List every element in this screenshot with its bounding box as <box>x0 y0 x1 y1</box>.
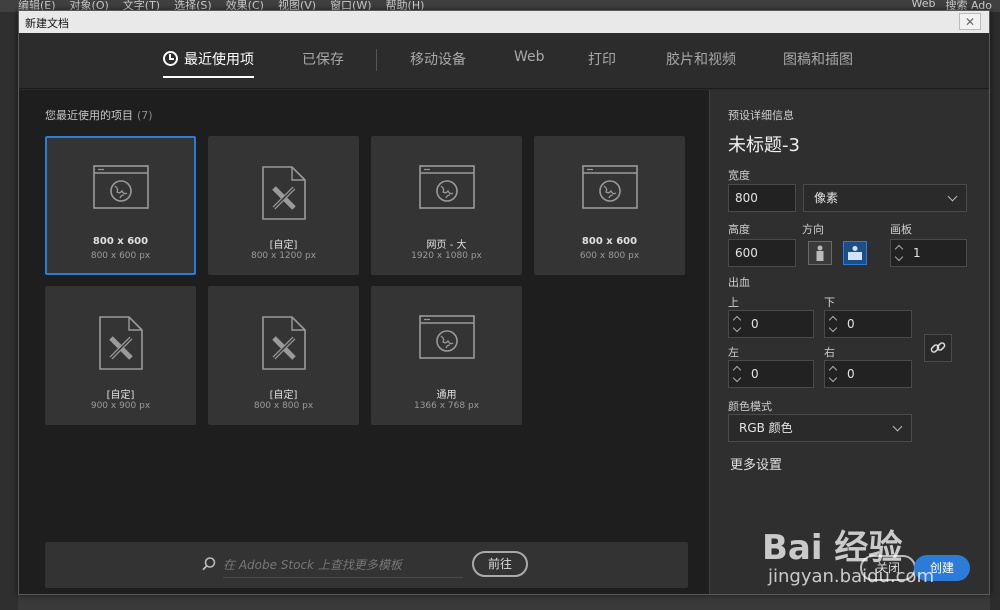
create-button[interactable]: 创建 <box>914 555 970 581</box>
preset-card[interactable]: 800 x 600 600 x 800 px <box>534 136 685 275</box>
bleed-label: 出血 <box>728 276 750 289</box>
width-input[interactable]: 800 <box>728 184 796 212</box>
preset-card[interactable]: 800 x 600 800 x 600 px <box>45 136 196 275</box>
preset-name: [自定] <box>106 390 135 401</box>
dialog-title: 新建文档 <box>25 17 69 30</box>
portrait-icon <box>816 245 824 261</box>
tab-saved[interactable]: 已保存 <box>302 49 344 75</box>
tab-label: 最近使用项 <box>184 52 254 68</box>
chevron-down-icon <box>947 191 958 202</box>
bleed-right-value: 0 <box>847 367 855 381</box>
recent-items-title: 您最近使用的项目 <box>45 109 133 122</box>
document-pencil-icon <box>45 314 196 374</box>
preset-name: 800 x 600 <box>92 236 149 247</box>
presets-panel: 您最近使用的项目 (7) 800 x 600 800 x 600 px [自定] 800… <box>19 90 709 594</box>
bleed-top-stepper[interactable]: 0 <box>728 310 814 338</box>
preset-size: 800 x 800 px <box>253 401 314 411</box>
more-settings-link[interactable]: 更多设置 <box>730 454 782 473</box>
unit-select[interactable]: 像素 <box>803 184 967 212</box>
recent-items-count: (7) <box>137 109 153 122</box>
tab-recent[interactable]: 最近使用项 <box>163 49 254 78</box>
bleed-left-value: 0 <box>751 367 759 381</box>
tab-film-video[interactable]: 胶片和视频 <box>666 49 736 75</box>
portrait-button[interactable] <box>808 241 832 265</box>
bleed-top-label: 上 <box>728 296 739 309</box>
preset-size: 600 x 800 px <box>579 251 640 261</box>
bleed-left-label: 左 <box>728 346 739 359</box>
preset-name: 800 x 600 <box>581 236 638 247</box>
preset-card[interactable]: [自定] 900 x 900 px <box>45 286 196 425</box>
web-page-icon <box>47 164 194 224</box>
preset-details-panel: 预设详细信息 未标题-3 宽度 800 像素 高度 方向 画板 600 1 出血… <box>709 90 989 594</box>
preset-size: 1920 x 1080 px <box>411 251 482 261</box>
stepper-arrows-icon[interactable] <box>828 364 839 384</box>
bleed-bottom-value: 0 <box>847 317 855 331</box>
document-pencil-icon <box>208 164 359 224</box>
dialog-close-button[interactable]: ✕ <box>959 13 981 30</box>
landscape-icon <box>848 246 862 260</box>
stepper-arrows-icon[interactable] <box>732 314 743 334</box>
preset-name: 通用 <box>436 390 457 401</box>
preset-size: 800 x 1200 px <box>250 251 317 261</box>
preset-size: 1366 x 768 px <box>413 401 480 411</box>
preset-card[interactable]: 通用 1366 x 768 px <box>371 286 522 425</box>
document-pencil-icon <box>208 314 359 374</box>
chevron-down-icon <box>892 421 903 432</box>
search-icon <box>202 557 216 571</box>
bleed-bottom-label: 下 <box>824 296 835 309</box>
bleed-right-stepper[interactable]: 0 <box>824 360 912 388</box>
height-label: 高度 <box>728 223 750 236</box>
category-tabs: 最近使用项 已保存 移动设备 Web 打印 胶片和视频 图稿和插图 <box>19 33 989 89</box>
landscape-button[interactable] <box>843 241 867 265</box>
stock-go-button[interactable]: 前往 <box>472 551 528 577</box>
orientation-label: 方向 <box>802 223 824 236</box>
preset-name: 网页 - 大 <box>426 240 467 251</box>
new-document-dialog: 新建文档 ✕ 最近使用项 已保存 移动设备 Web 打印 胶片和视频 图稿和插图… <box>18 10 990 595</box>
tab-web[interactable]: Web <box>514 49 545 75</box>
stepper-arrows-icon[interactable] <box>732 364 743 384</box>
artboard-label: 画板 <box>890 223 912 236</box>
preset-name: [自定] <box>269 390 298 401</box>
width-label: 宽度 <box>728 169 750 182</box>
preset-card[interactable]: 网页 - 大 1920 x 1080 px <box>371 136 522 275</box>
web-page-icon <box>371 314 522 374</box>
preset-size: 900 x 900 px <box>90 401 151 411</box>
tab-print[interactable]: 打印 <box>588 49 616 75</box>
stock-search-bar: 前往 <box>45 542 688 588</box>
color-mode-select[interactable]: RGB 颜色 <box>728 414 912 442</box>
link-icon <box>930 342 946 353</box>
bleed-bottom-stepper[interactable]: 0 <box>824 310 912 338</box>
tab-divider <box>376 49 377 71</box>
bleed-left-stepper[interactable]: 0 <box>728 360 814 388</box>
web-page-icon <box>534 164 685 224</box>
web-page-icon <box>371 164 522 224</box>
clock-icon <box>163 51 178 66</box>
stepper-arrows-icon[interactable] <box>828 314 839 334</box>
stepper-arrows-icon[interactable] <box>894 243 905 263</box>
preset-card[interactable]: [自定] 800 x 1200 px <box>208 136 359 275</box>
preset-name: [自定] <box>269 240 298 251</box>
tab-mobile[interactable]: 移动设备 <box>410 49 466 75</box>
document-name[interactable]: 未标题-3 <box>728 131 800 157</box>
dialog-titlebar: 新建文档 ✕ <box>19 11 989 33</box>
preset-card[interactable]: [自定] 800 x 800 px <box>208 286 359 425</box>
bleed-top-value: 0 <box>751 317 759 331</box>
close-button[interactable]: 关闭 <box>860 555 916 581</box>
link-bleed-button[interactable] <box>924 334 952 362</box>
tab-art-illustration[interactable]: 图稿和插图 <box>783 49 853 75</box>
color-mode-value: RGB 颜色 <box>739 421 793 435</box>
artboard-value: 1 <box>913 246 921 260</box>
unit-value: 像素 <box>814 191 839 205</box>
bleed-right-label: 右 <box>824 346 835 359</box>
background-panel <box>990 12 1000 610</box>
preset-details-title: 预设详细信息 <box>728 109 794 122</box>
recent-items-heading: 您最近使用的项目 (7) <box>45 107 153 123</box>
color-mode-label: 颜色模式 <box>728 400 772 413</box>
artboard-stepper[interactable]: 1 <box>890 239 967 267</box>
preset-size: 800 x 600 px <box>90 251 151 261</box>
height-input[interactable]: 600 <box>728 239 796 267</box>
stock-search-input[interactable] <box>223 552 463 578</box>
background-toolbar <box>0 12 18 610</box>
